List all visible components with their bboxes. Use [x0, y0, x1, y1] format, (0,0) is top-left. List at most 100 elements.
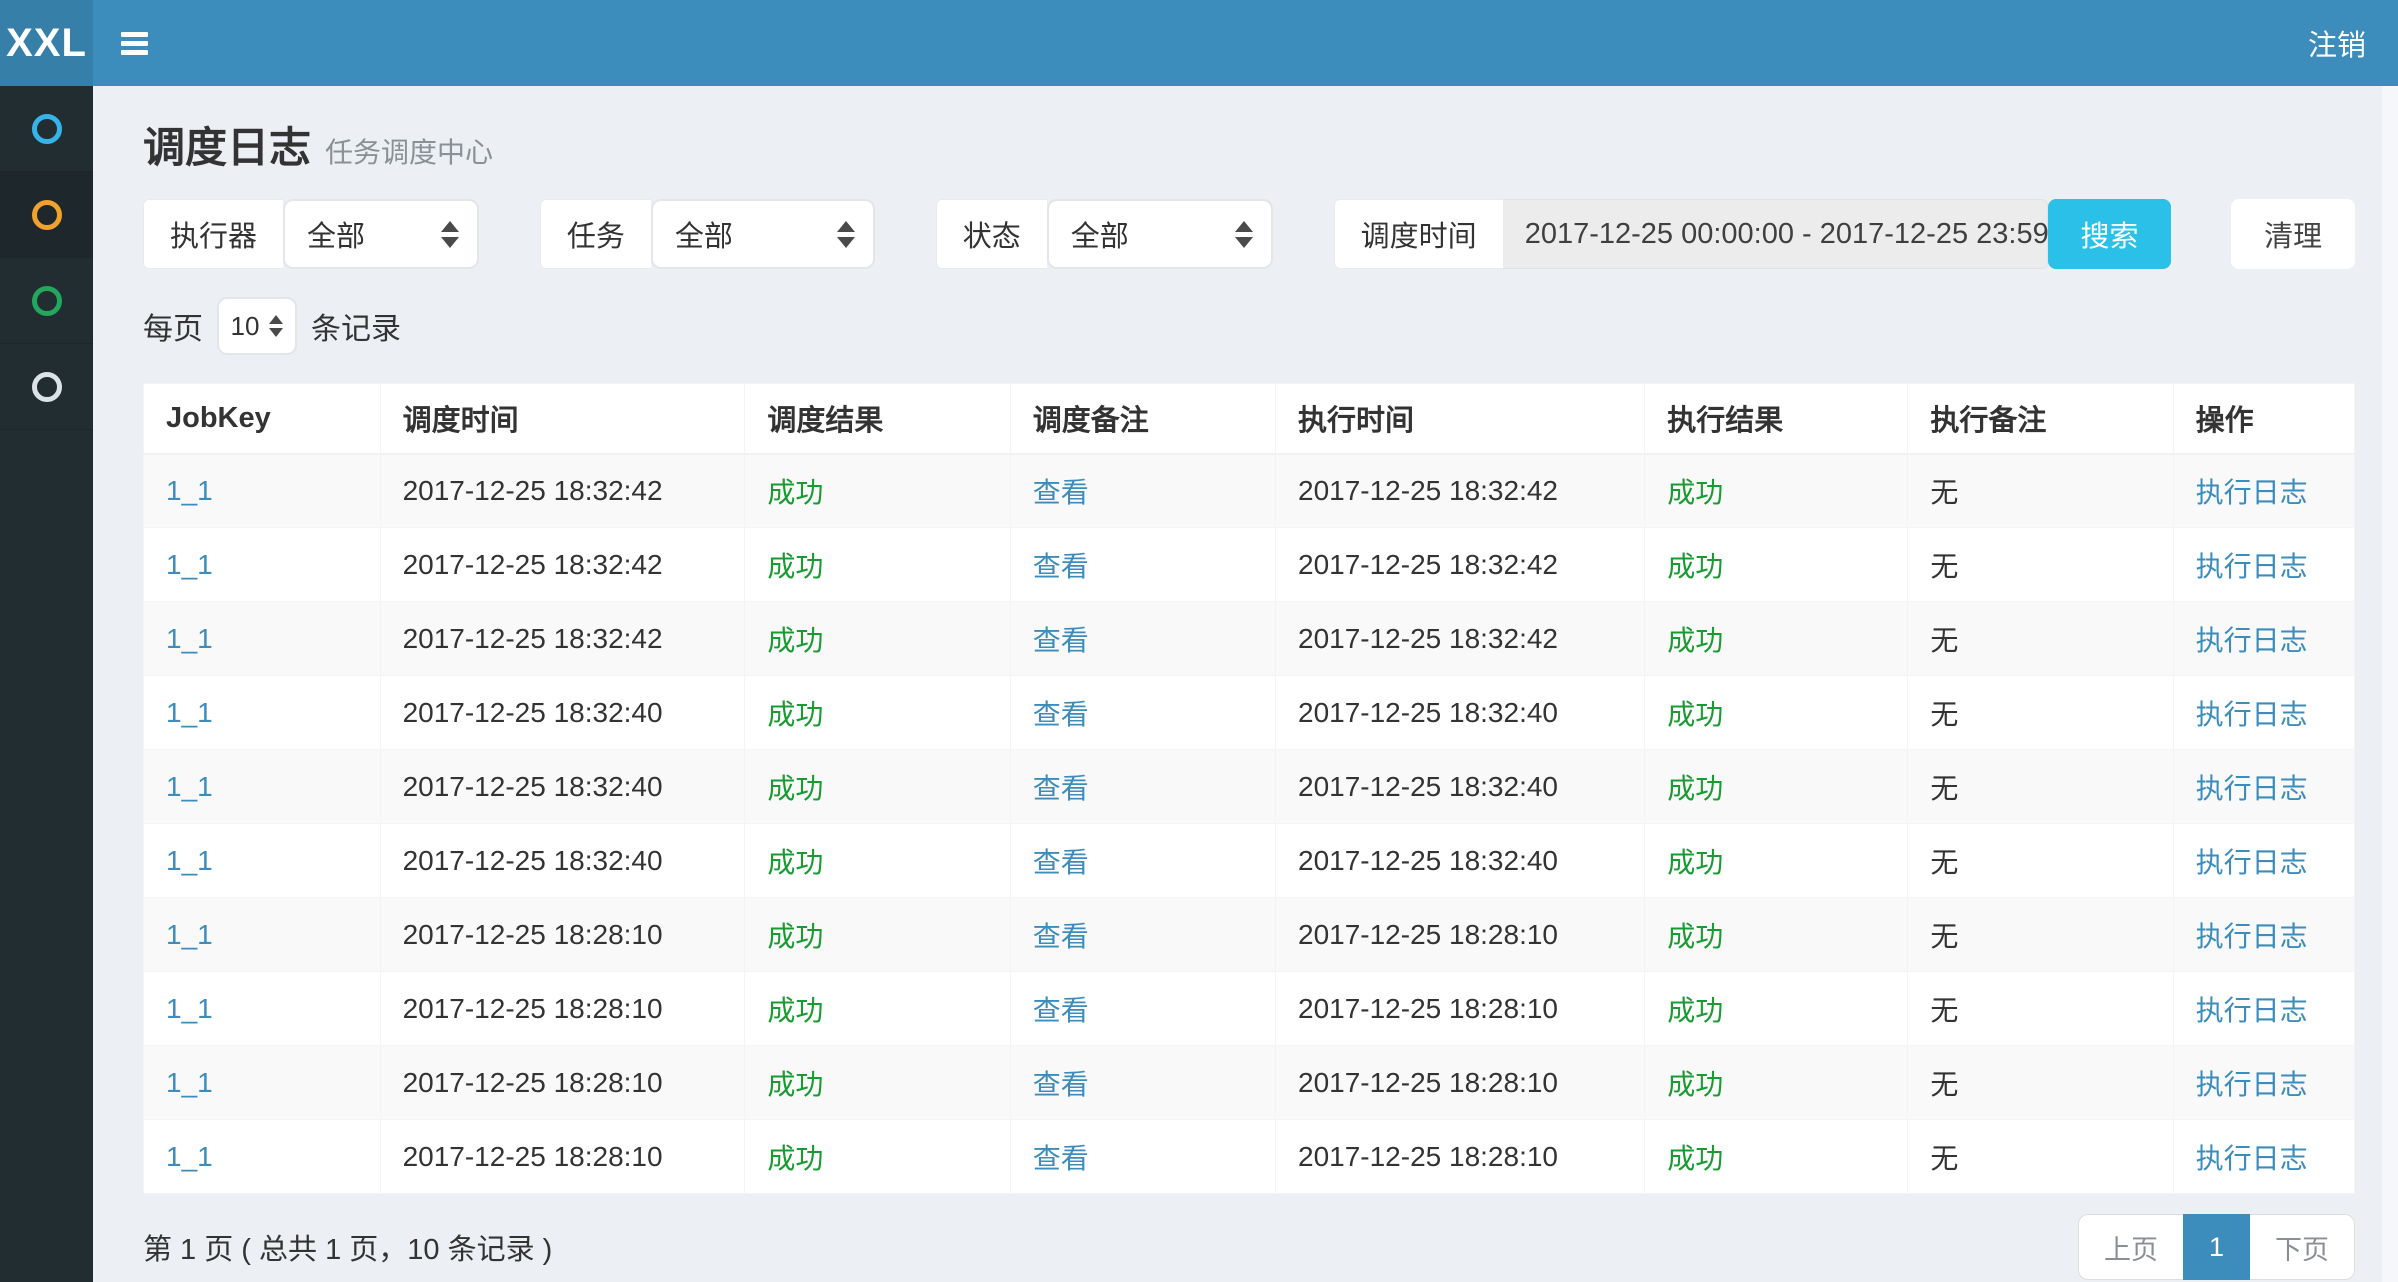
page-size-control: 每页 10 条记录: [143, 297, 2355, 355]
executor-filter-label: 执行器: [143, 199, 283, 269]
status-filter-group: 状态 全部: [936, 199, 1273, 269]
handle-msg-cell: 无: [1908, 602, 2173, 676]
prev-page-button[interactable]: 上页: [2078, 1214, 2183, 1280]
jobkey-cell: 1_1: [144, 898, 381, 972]
view-trigger-msg-link[interactable]: 查看: [1033, 1143, 1089, 1174]
handle-result-text: 成功: [1667, 551, 1723, 582]
handle-msg-cell: 无: [1908, 1120, 2173, 1194]
jobkey-link[interactable]: 1_1: [166, 623, 213, 654]
trigger-result-cell: 成功: [745, 676, 1010, 750]
page-subtitle: 任务调度中心: [325, 131, 493, 171]
page-size-select[interactable]: 10: [217, 297, 297, 355]
jobkey-link[interactable]: 1_1: [166, 1067, 213, 1098]
view-trigger-msg-link[interactable]: 查看: [1033, 995, 1089, 1026]
view-trigger-msg-link[interactable]: 查看: [1033, 477, 1089, 508]
view-trigger-msg-link[interactable]: 查看: [1033, 625, 1089, 656]
trigger-result-cell: 成功: [745, 528, 1010, 602]
view-trigger-msg-link[interactable]: 查看: [1033, 699, 1089, 730]
handle-result-text: 成功: [1667, 477, 1723, 508]
status-filter-select[interactable]: 全部: [1047, 199, 1273, 269]
executor-filter-select[interactable]: 全部: [283, 199, 479, 269]
trigger-msg-cell: 查看: [1010, 528, 1275, 602]
handle-time-cell: 2017-12-25 18:28:10: [1276, 898, 1645, 972]
jobkey-cell: 1_1: [144, 1046, 381, 1120]
handle-result-text: 成功: [1667, 921, 1723, 952]
col-jobkey: JobKey: [144, 384, 381, 454]
jobkey-cell: 1_1: [144, 528, 381, 602]
handle-time-cell: 2017-12-25 18:32:40: [1276, 750, 1645, 824]
trigger-result-cell: 成功: [745, 454, 1010, 528]
trigger-msg-cell: 查看: [1010, 972, 1275, 1046]
jobkey-link[interactable]: 1_1: [166, 549, 213, 580]
table-row: 1_1 2017-12-25 18:32:42 成功 查看 2017-12-25…: [144, 528, 2355, 602]
handle-msg-cell: 无: [1908, 528, 2173, 602]
trigger-result-text: 成功: [767, 551, 823, 582]
exec-log-link[interactable]: 执行日志: [2196, 773, 2308, 804]
pagination-info: 第 1 页 ( 总共 1 页，10 条记录 ): [143, 1226, 552, 1268]
sidebar-item[interactable]: [0, 258, 93, 344]
view-trigger-msg-link[interactable]: 查看: [1033, 773, 1089, 804]
handle-result-cell: 成功: [1645, 528, 1908, 602]
search-button[interactable]: 搜索: [2048, 199, 2172, 269]
trigger-time-cell: 2017-12-25 18:32:40: [380, 750, 745, 824]
exec-log-link[interactable]: 执行日志: [2196, 995, 2308, 1026]
trigger-result-text: 成功: [767, 1143, 823, 1174]
jobkey-link[interactable]: 1_1: [166, 919, 213, 950]
trigger-result-cell: 成功: [745, 1120, 1010, 1194]
table-row: 1_1 2017-12-25 18:32:42 成功 查看 2017-12-25…: [144, 602, 2355, 676]
trigger-result-text: 成功: [767, 477, 823, 508]
exec-log-link[interactable]: 执行日志: [2196, 477, 2308, 508]
exec-log-link[interactable]: 执行日志: [2196, 1069, 2308, 1100]
jobkey-link[interactable]: 1_1: [166, 697, 213, 728]
scrollbar-track[interactable]: [2382, 86, 2398, 1282]
next-page-button[interactable]: 下页: [2250, 1214, 2355, 1280]
jobkey-link[interactable]: 1_1: [166, 475, 213, 506]
clear-button[interactable]: 清理: [2231, 199, 2355, 269]
handle-msg-cell: 无: [1908, 750, 2173, 824]
select-arrows-icon: [1235, 221, 1253, 248]
exec-log-link[interactable]: 执行日志: [2196, 699, 2308, 730]
current-page-button[interactable]: 1: [2183, 1214, 2250, 1280]
handle-time-cell: 2017-12-25 18:32:42: [1276, 454, 1645, 528]
trigger-result-text: 成功: [767, 699, 823, 730]
sidebar-item[interactable]: [0, 86, 93, 172]
job-filter-select[interactable]: 全部: [651, 199, 875, 269]
exec-log-link[interactable]: 执行日志: [2196, 921, 2308, 952]
view-trigger-msg-link[interactable]: 查看: [1033, 921, 1089, 952]
exec-log-link[interactable]: 执行日志: [2196, 847, 2308, 878]
view-trigger-msg-link[interactable]: 查看: [1033, 551, 1089, 582]
action-cell: 执行日志: [2173, 972, 2354, 1046]
jobkey-link[interactable]: 1_1: [166, 845, 213, 876]
executor-filter-group: 执行器 全部: [143, 199, 479, 269]
content-header: 调度日志 任务调度中心: [143, 100, 2355, 199]
exec-log-link[interactable]: 执行日志: [2196, 551, 2308, 582]
jobkey-link[interactable]: 1_1: [166, 771, 213, 802]
handle-result-cell: 成功: [1645, 1120, 1908, 1194]
view-trigger-msg-link[interactable]: 查看: [1033, 1069, 1089, 1100]
handle-result-cell: 成功: [1645, 824, 1908, 898]
app-logo[interactable]: XXL: [0, 0, 93, 86]
sidebar-item[interactable]: [0, 344, 93, 430]
table-header-row: JobKey 调度时间 调度结果 调度备注 执行时间 执行结果 执行备注 操作: [144, 384, 2355, 454]
view-trigger-msg-link[interactable]: 查看: [1033, 847, 1089, 878]
handle-time-cell: 2017-12-25 18:28:10: [1276, 1120, 1645, 1194]
trigger-msg-cell: 查看: [1010, 750, 1275, 824]
time-range-input[interactable]: 2017-12-25 00:00:00 - 2017-12-25 23:59:5…: [1503, 199, 2048, 269]
logout-button[interactable]: 注销: [2308, 22, 2366, 64]
sidebar-item[interactable]: [0, 172, 93, 258]
handle-result-text: 成功: [1667, 995, 1723, 1026]
trigger-result-cell: 成功: [745, 1046, 1010, 1120]
main-content: 调度日志 任务调度中心 执行器 全部 任务 全部 状态 全部: [93, 86, 2398, 1282]
handle-msg-cell: 无: [1908, 1046, 2173, 1120]
trigger-msg-cell: 查看: [1010, 898, 1275, 972]
handle-msg-cell: 无: [1908, 676, 2173, 750]
hamburger-icon[interactable]: [121, 28, 151, 59]
handle-result-text: 成功: [1667, 699, 1723, 730]
exec-log-link[interactable]: 执行日志: [2196, 1143, 2308, 1174]
col-trigger-result: 调度结果: [745, 384, 1010, 454]
jobkey-link[interactable]: 1_1: [166, 1141, 213, 1172]
exec-log-link[interactable]: 执行日志: [2196, 625, 2308, 656]
handle-msg-cell: 无: [1908, 972, 2173, 1046]
jobkey-link[interactable]: 1_1: [166, 993, 213, 1024]
log-table-body: 1_1 2017-12-25 18:32:42 成功 查看 2017-12-25…: [144, 454, 2355, 1194]
